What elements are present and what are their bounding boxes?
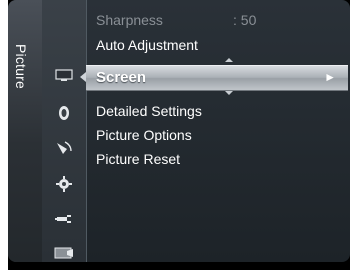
menu-item-screen[interactable]: Screen ►	[86, 65, 348, 91]
sound-icon[interactable]	[54, 104, 74, 122]
auto-adjustment-label: Auto Adjustment	[96, 37, 198, 53]
setup-icon[interactable]	[54, 175, 74, 193]
picture-reset-label: Picture Reset	[96, 151, 181, 167]
tv-menu-frame: Picture Sharpness: 50 Auto Adjustment S…	[8, 0, 350, 270]
menu-list: Sharpness : 50 Auto Adjustment Screen ► …	[80, 0, 350, 262]
screen-label: Screen	[96, 69, 147, 86]
scroll-down-arrow-icon	[225, 91, 233, 95]
input-icon[interactable]	[54, 210, 74, 228]
scroll-up-arrow-icon	[225, 58, 233, 62]
menu-item-picture-options[interactable]: Picture Options	[96, 127, 192, 143]
application-icon[interactable]	[54, 244, 74, 262]
sharpness-label: Sharpness	[96, 12, 163, 28]
menu-panel: Picture Sharpness: 50 Auto Adjustment S…	[8, 0, 350, 262]
menu-item-picture-reset[interactable]: Picture Reset	[96, 151, 180, 167]
picture-options-label: Picture Options	[96, 127, 192, 143]
picture-icon[interactable]	[54, 66, 74, 84]
menu-item-detailed-settings[interactable]: Detailed Settings	[96, 103, 202, 119]
sharpness-value: : 50	[233, 12, 257, 28]
menu-item-sharpness[interactable]: Sharpness : 50	[96, 12, 256, 28]
category-icon-column	[42, 0, 87, 262]
channel-icon[interactable]	[54, 139, 74, 157]
detailed-settings-label: Detailed Settings	[96, 103, 202, 119]
submenu-arrow-icon: ►	[324, 70, 336, 84]
category-tab: Picture	[8, 0, 42, 262]
menu-item-auto-adjustment[interactable]: Auto Adjustment	[96, 37, 198, 53]
category-label: Picture	[13, 44, 29, 89]
